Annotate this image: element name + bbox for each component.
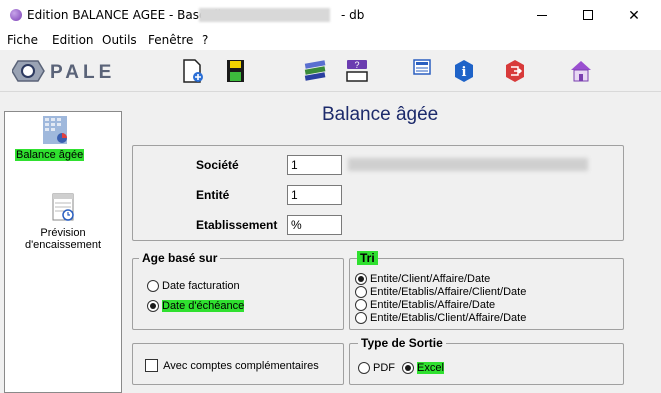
etablissement-input[interactable] bbox=[287, 215, 342, 235]
report-chart-icon bbox=[43, 116, 67, 144]
menu-bar: Fiche Edition Outils Fenêtre ? bbox=[0, 30, 661, 50]
age-group: Age basé sur Date facturation Date d'éch… bbox=[132, 251, 344, 330]
comptes-checkbox-label: Avec comptes complémentaires bbox=[163, 359, 319, 372]
nav-label-prevision-1: Prévision bbox=[40, 227, 86, 239]
sortie-group-title: Type de Sortie bbox=[358, 336, 446, 350]
societe-label: Société bbox=[196, 158, 239, 172]
radio-pdf[interactable]: PDF bbox=[358, 362, 395, 376]
radio-date-facturation[interactable]: Date facturation bbox=[147, 280, 240, 294]
svg-text:?: ? bbox=[354, 60, 359, 70]
left-nav: Balance âgée Prévision d'encaissement bbox=[4, 111, 122, 393]
window-title-suffix: - db bbox=[341, 8, 365, 22]
maximize-icon bbox=[583, 10, 593, 20]
nav-label-prevision-2: d'encaissement bbox=[24, 239, 102, 251]
tri-group-title: Tri bbox=[357, 251, 378, 265]
radio-button[interactable] bbox=[355, 286, 367, 299]
radio-label: Entite/Client/Affaire/Date bbox=[370, 273, 491, 286]
nav-label-balance-agee: Balance âgée bbox=[15, 149, 85, 161]
calculator-icon[interactable] bbox=[410, 58, 434, 84]
fields-panel: Société Entité Etablissement bbox=[132, 145, 624, 241]
nav-item-prevision[interactable]: Prévision d'encaissement bbox=[5, 192, 121, 251]
maximize-button[interactable] bbox=[565, 0, 611, 30]
radio-button[interactable] bbox=[358, 362, 370, 375]
menu-outils[interactable]: Outils bbox=[102, 33, 137, 47]
radio-button[interactable] bbox=[147, 300, 159, 313]
comptes-panel: Avec comptes complémentaires bbox=[132, 343, 344, 385]
age-group-title: Age basé sur bbox=[139, 251, 221, 265]
exit-icon[interactable] bbox=[503, 58, 527, 84]
opale-logo: PALE bbox=[12, 60, 115, 83]
radio-button[interactable] bbox=[355, 299, 367, 312]
app-icon bbox=[10, 9, 22, 21]
radio-label: Excel bbox=[417, 362, 444, 375]
radio-excel[interactable]: Excel bbox=[402, 362, 444, 376]
societe-input[interactable] bbox=[287, 155, 342, 175]
radio-button[interactable] bbox=[355, 273, 367, 286]
save-icon[interactable] bbox=[224, 58, 248, 84]
radio-tri-3[interactable]: Entite/Etablis/Affaire/Date bbox=[355, 299, 495, 313]
close-icon: ✕ bbox=[628, 7, 640, 23]
radio-date-echeance[interactable]: Date d'échéance bbox=[147, 300, 245, 314]
minimize-button[interactable] bbox=[519, 0, 565, 30]
radio-label: Date facturation bbox=[162, 280, 240, 293]
comptes-checkbox-row[interactable]: Avec comptes complémentaires bbox=[145, 359, 319, 372]
radio-tri-2[interactable]: Entite/Etablis/Affaire/Client/Date bbox=[355, 286, 526, 300]
close-button[interactable]: ✕ bbox=[611, 0, 657, 30]
radio-button[interactable] bbox=[402, 362, 414, 375]
nav-item-balance-agee[interactable]: Balance âgée bbox=[5, 114, 121, 161]
radio-button[interactable] bbox=[147, 280, 159, 293]
page-title: Balance âgée bbox=[322, 104, 439, 125]
menu-fiche[interactable]: Fiche bbox=[7, 33, 38, 47]
tri-group: Tri Entite/Client/Affaire/Date Entite/Et… bbox=[349, 251, 624, 330]
radio-tri-4[interactable]: Entite/Etablis/Client/Affaire/Date bbox=[355, 312, 526, 326]
toolbar: PALE ? i bbox=[0, 50, 661, 92]
menu-edition[interactable]: Edition bbox=[52, 33, 94, 47]
redacted-societe-name bbox=[348, 158, 588, 171]
radio-button[interactable] bbox=[355, 312, 367, 325]
svg-text:i: i bbox=[462, 65, 467, 80]
radio-label: PDF bbox=[373, 362, 395, 375]
user-card-icon[interactable]: ? bbox=[345, 58, 369, 84]
svg-text:PALE: PALE bbox=[50, 62, 115, 83]
radio-label: Entite/Etablis/Affaire/Client/Date bbox=[370, 286, 527, 299]
calendar-clock-icon bbox=[52, 193, 74, 221]
radio-label: Date d'échéance bbox=[162, 300, 245, 313]
minimize-icon bbox=[537, 15, 547, 16]
entite-input[interactable] bbox=[287, 185, 342, 205]
entite-label: Entité bbox=[196, 188, 230, 202]
etablissement-label: Etablissement bbox=[196, 218, 278, 232]
comptes-checkbox[interactable] bbox=[145, 359, 158, 372]
menu-fenetre[interactable]: Fenêtre bbox=[148, 33, 193, 47]
menu-help[interactable]: ? bbox=[202, 33, 208, 47]
info-icon[interactable]: i bbox=[452, 58, 476, 84]
radio-label: Entite/Etablis/Affaire/Date bbox=[370, 299, 496, 312]
window-title: Edition BALANCE AGEE - Base db bbox=[27, 8, 226, 22]
home-icon[interactable] bbox=[569, 58, 593, 84]
radio-label: Entite/Etablis/Client/Affaire/Date bbox=[370, 312, 527, 325]
new-document-icon[interactable] bbox=[181, 58, 205, 84]
books-icon[interactable] bbox=[303, 58, 327, 84]
sortie-group: Type de Sortie PDF Excel bbox=[349, 336, 624, 385]
radio-tri-1[interactable]: Entite/Client/Affaire/Date bbox=[355, 273, 490, 287]
title-bar: Edition BALANCE AGEE - Base db - db ✕ bbox=[0, 0, 661, 30]
redacted-db-name bbox=[199, 8, 330, 22]
